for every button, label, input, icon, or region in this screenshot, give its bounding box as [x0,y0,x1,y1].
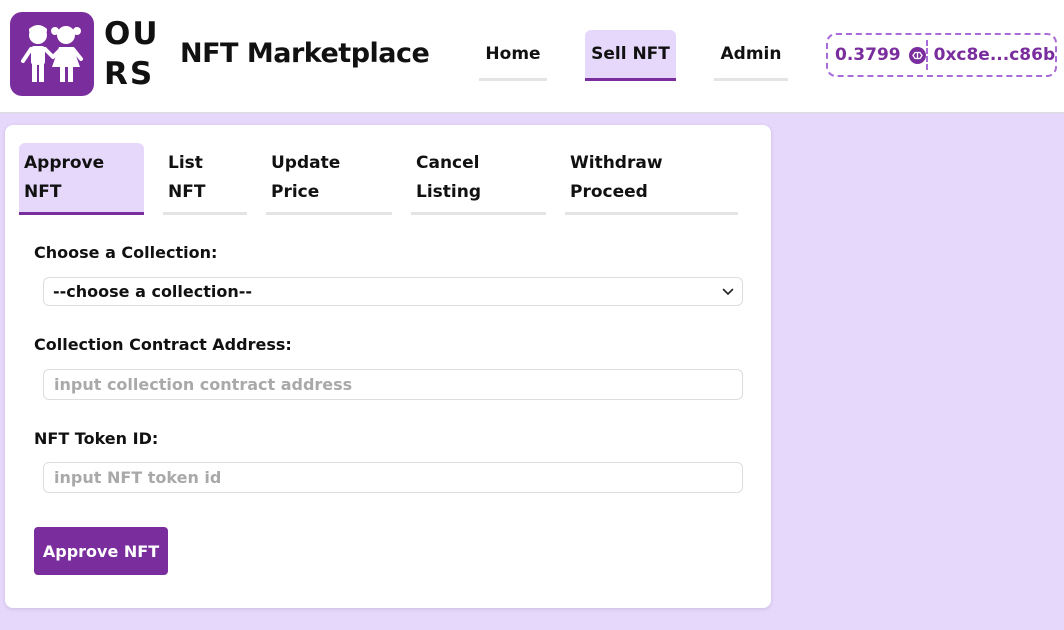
contract-address-label: Collection Contract Address: [34,335,292,354]
tab-label-line1: Update [271,153,341,173]
logo-text-line1: OU [104,16,160,52]
tab-label-line1: List [168,153,203,173]
nav-admin[interactable]: Admin [714,30,788,81]
chevron-down-icon [722,288,734,295]
tab-withdraw-proceed[interactable]: Withdraw Proceed [565,143,738,215]
tab-list-nft[interactable]: List NFT [163,143,247,215]
collection-select-value: --choose a collection-- [53,282,253,301]
tab-label-line2: Proceed [570,182,648,202]
sell-nft-card: Approve NFT List NFT Update Price Cancel… [5,125,771,608]
tab-label-line2: NFT [24,182,62,202]
logo-text: OU RS [104,14,164,94]
tab-label-line1: Approve [24,153,105,173]
tab-cancel-listing[interactable]: Cancel Listing [411,143,546,215]
wallet-address[interactable]: 0xc8e...c86b [928,45,1056,65]
wallet-balance-value: 0.3799 [835,45,901,65]
approve-nft-button[interactable]: Approve NFT [34,527,168,575]
token-id-label: NFT Token ID: [34,429,159,448]
tab-approve-nft[interactable]: Approve NFT [19,143,144,215]
tab-update-price[interactable]: Update Price [266,143,392,215]
site-title: NFT Marketplace [180,38,430,69]
collection-select[interactable]: --choose a collection-- [43,277,743,306]
polygon-icon [908,46,926,64]
wallet-balance: 0.3799 [828,45,926,65]
nav-home[interactable]: Home [479,30,547,81]
contract-address-input[interactable] [43,369,743,400]
nav-sell-nft[interactable]: Sell NFT [585,30,676,81]
top-header: OU RS NFT Marketplace Home Sell NFT Admi… [0,0,1064,113]
wallet-badge[interactable]: 0.3799 0xc8e...c86b [826,33,1057,77]
logo-text-line2: RS [104,56,155,92]
token-id-input[interactable] [43,462,743,493]
tab-label-line1: Withdraw [570,153,663,173]
collection-label: Choose a Collection: [34,243,218,262]
tab-label-line2: NFT [168,182,206,202]
logo-image[interactable] [10,12,94,96]
tab-label-line2: Listing [416,182,482,202]
tab-label-line2: Price [271,182,320,202]
tab-label-line1: Cancel [416,153,480,173]
kids-logo-icon [21,25,83,82]
